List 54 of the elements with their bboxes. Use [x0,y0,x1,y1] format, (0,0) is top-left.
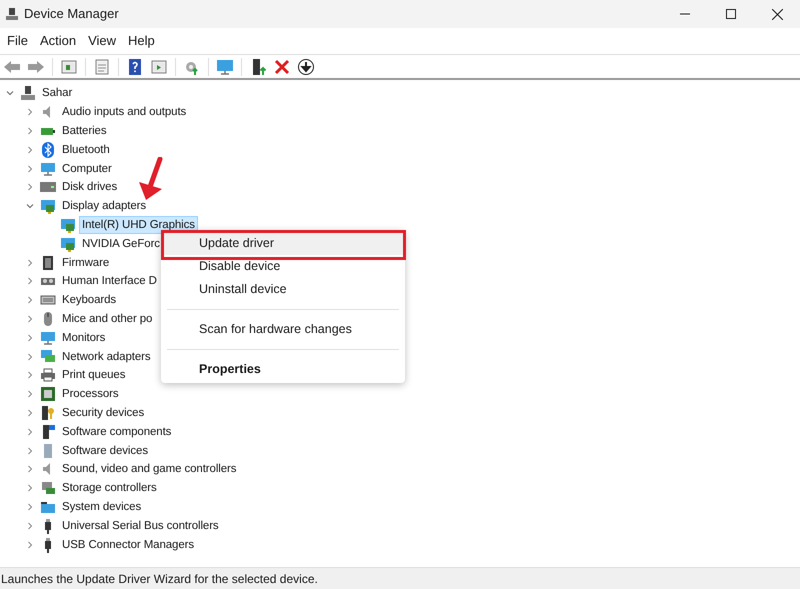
display-adapter-icon [60,236,76,252]
menu-item[interactable]: Update driver [161,232,405,255]
tree-item[interactable]: Audio inputs and outputs [60,104,188,120]
tree-item[interactable]: Storage controllers [60,480,159,496]
tree-item[interactable]: Intel(R) UHD Graphics [80,216,197,233]
tree-item[interactable]: Universal Serial Bus controllers [60,518,221,534]
key-icon [40,404,56,421]
processor-icon [40,386,56,402]
tree-item[interactable]: Mice and other po [60,310,154,327]
download-icon-button[interactable] [296,56,316,76]
tree-item[interactable]: Sahar [40,85,74,102]
tree-item[interactable]: NVIDIA GeForc [80,236,162,252]
display-adapter-icon [40,198,56,214]
menu-item[interactable]: Scan for hardware changes [161,318,405,341]
tree-item[interactable]: Human Interface D [60,273,159,290]
monitor-icon [40,330,56,346]
display-adapter-icon [60,216,76,233]
tree-item[interactable]: Disk drives [60,179,120,196]
tree-item[interactable]: Sound, video and game controllers [60,461,238,478]
menu-item[interactable]: Action [34,30,82,52]
tree-item[interactable]: Batteries [60,122,108,139]
tree-item[interactable]: USB Connector Managers [60,536,196,553]
maximize-icon [726,9,736,19]
status-text: Launches the Update Driver Wizard for the selected device. [0,570,318,588]
tree-item[interactable]: Security devices [60,404,146,421]
close-icon [772,8,782,20]
tree-item[interactable]: System devices [60,498,144,515]
tree-item[interactable]: Monitors [60,330,108,346]
tree-item[interactable]: Software components [60,424,174,440]
computer-icon [20,85,36,102]
window-title: Device Manager [24,5,119,24]
chip-icon [40,254,56,271]
menu-item[interactable]: Properties [161,358,405,381]
tree-item[interactable]: Display adapters [60,198,148,214]
tree-item[interactable]: Software devices [60,442,150,459]
tree-item[interactable]: Network adapters [60,348,153,365]
menu-item[interactable]: Help [122,30,161,52]
tree-item[interactable]: Computer [60,160,114,177]
menu-item[interactable]: File [1,30,34,52]
computer-icon [5,7,19,21]
monitor-icon [40,160,56,177]
component-icon [40,424,56,440]
tree-item[interactable]: Processors [60,386,121,402]
network-icon [40,348,56,365]
menu-item[interactable]: View [82,30,122,52]
printer-icon [40,367,56,384]
menu-item[interactable]: Disable device [161,255,405,278]
tree-item[interactable]: Print queues [60,367,128,384]
tree-item[interactable]: Bluetooth [60,142,112,158]
tree-item[interactable]: Keyboards [60,292,118,308]
bluetooth-icon [40,142,56,158]
storage-icon [40,480,56,496]
tree-item[interactable]: Firmware [60,254,112,271]
menu-item[interactable]: Uninstall device [161,278,405,301]
